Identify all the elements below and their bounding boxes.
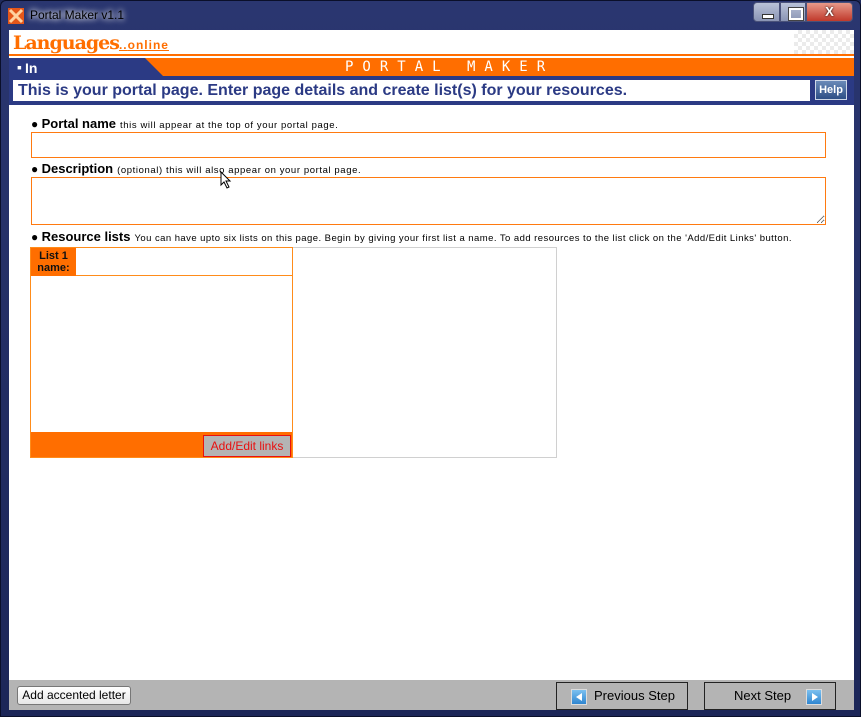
description-label: ● Description (optional) this will also a… (31, 161, 362, 176)
list-1-name-label: List 1 name: (31, 248, 76, 276)
logo-sub-text: online (127, 38, 169, 52)
description-hint: (optional) this will also appear on your… (117, 165, 362, 176)
logo-main-text: Languages (13, 32, 120, 54)
next-step-label: Next Step (734, 688, 792, 703)
footer-bar: Add accented letter Previous Step Next S… (9, 680, 854, 710)
list-1-footer: Add/Edit links (31, 432, 292, 457)
help-button[interactable]: Help (815, 80, 847, 100)
logo-bar: Languages..online (9, 30, 854, 56)
previous-step-button[interactable]: Previous Step (556, 682, 688, 710)
resource-lists-title: Resource lists (41, 229, 131, 244)
app-icon (8, 8, 24, 24)
add-edit-links-button[interactable]: Add/Edit links (203, 435, 291, 457)
app-banner-title: PORTAL MAKER (345, 59, 555, 75)
previous-step-label: Previous Step (594, 688, 675, 703)
languages-online-logo: Languages..online (13, 32, 169, 54)
app-window: Portal Maker v1.1 X Languages..online ▪ … (0, 0, 861, 717)
description-input[interactable] (31, 177, 826, 225)
list-1-name-input[interactable] (76, 248, 292, 276)
in-this-step-tab: ▪ In this step... (9, 58, 163, 76)
resource-list-1: List 1 name: Add/Edit links (30, 247, 293, 458)
close-button[interactable]: X (806, 2, 853, 22)
description-title: Description (41, 161, 114, 176)
minimize-button[interactable] (753, 2, 780, 22)
resource-lists-hint: You can have upto six lists on this page… (134, 233, 792, 244)
resource-lists-label: ● Resource lists You can have upto six li… (31, 229, 792, 244)
portal-name-label: ● Portal name this will appear at the top… (31, 116, 339, 131)
next-step-button[interactable]: Next Step (704, 682, 836, 710)
instruction-bar: This is your portal page. Enter page det… (9, 76, 854, 105)
arrow-right-icon (806, 689, 822, 705)
title-bar[interactable]: Portal Maker v1.1 X (1, 1, 861, 30)
portal-name-title: Portal name (41, 116, 117, 131)
window-title: Portal Maker v1.1 (30, 8, 125, 22)
instruction-text: This is your portal page. Enter page det… (13, 80, 810, 101)
portal-name-input[interactable] (31, 132, 826, 158)
checker-decoration (794, 30, 854, 54)
maximize-button[interactable] (780, 2, 806, 22)
close-icon: X (825, 4, 834, 19)
resource-list-empty-slot (293, 247, 557, 458)
add-accented-letter-button[interactable]: Add accented letter (17, 686, 131, 705)
arrow-left-icon (571, 689, 587, 705)
mouse-cursor-icon (220, 171, 232, 189)
client-area: Languages..online ▪ In this step... PORT… (9, 30, 854, 710)
portal-name-hint: this will appear at the top of your port… (120, 120, 339, 131)
